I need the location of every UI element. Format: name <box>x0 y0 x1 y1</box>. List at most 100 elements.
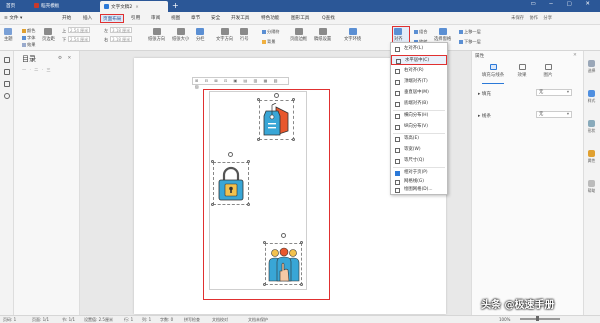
thumbnail-icon[interactable] <box>3 81 10 87</box>
same-size-item[interactable]: 等尺寸(Q) <box>391 156 447 166</box>
strip-select[interactable]: 选择 <box>586 60 597 74</box>
status-doc-check[interactable]: 文档校对 <box>212 316 228 323</box>
menu-features[interactable]: 特色功能 <box>261 14 279 23</box>
group-button[interactable]: 组合 <box>414 29 427 35</box>
margins-button[interactable]: 页边距 <box>42 28 55 42</box>
close-icon[interactable]: ✕ <box>573 53 577 58</box>
text-direction-button[interactable]: 文字方向 <box>216 28 233 42</box>
tab-docer[interactable]: 稻壳模板 <box>30 1 98 12</box>
zoom-slider-handle[interactable] <box>536 316 539 321</box>
columns-button[interactable]: 分栏 <box>196 28 205 42</box>
distribute-h-item[interactable]: 横向分布(H) <box>391 111 447 121</box>
resize-handle[interactable] <box>257 98 260 101</box>
same-height-item[interactable]: 等高(E) <box>391 134 447 144</box>
left-margin-input[interactable]: 3.18 厘米 <box>110 27 133 33</box>
menu-insert[interactable]: 插入 <box>83 14 92 23</box>
floating-layout-toolbar[interactable]: ⊞ ⊟ ⊠ ⊡ ▣ ▤ ▥ ▦ ▧ ▨ <box>192 77 289 89</box>
align-bottom-item[interactable]: 底端对齐(B) <box>391 99 447 109</box>
resize-handle[interactable] <box>263 241 266 244</box>
resize-handle[interactable] <box>300 241 303 244</box>
menu-file[interactable]: ≡ 文件 ▾ <box>4 14 22 23</box>
send-backward-button[interactable]: 下移一层 <box>459 39 481 45</box>
tab-fill-line[interactable]: 填充与线条 <box>479 64 507 78</box>
menu-developer[interactable]: 开发工具 <box>231 14 249 23</box>
theme-button[interactable]: 主题 <box>4 28 13 42</box>
bookmark-icon[interactable] <box>3 69 10 75</box>
window-controls[interactable]: ▭ ─ ▢ ✕ <box>530 1 596 7</box>
same-width-item[interactable]: 等宽(W) <box>391 145 447 155</box>
line-select[interactable]: 无 ▾ <box>536 111 572 118</box>
menu-search[interactable]: Q查找 <box>322 14 335 23</box>
draft-paper-button[interactable]: 稿纸设置 <box>314 28 331 42</box>
strip-help[interactable]: 帮助 <box>586 180 597 194</box>
orientation-button[interactable]: 纸张方向 <box>148 28 165 42</box>
size-button[interactable]: 纸张大小 <box>172 28 189 42</box>
align-center-item[interactable]: 水平居中(C) <box>391 55 447 65</box>
tab-effects[interactable]: 效果 <box>512 64 532 78</box>
close-tab-icon[interactable]: ✕ <box>135 4 138 9</box>
tab-document[interactable]: 文字文稿2 ✕ <box>100 1 168 12</box>
colors-button[interactable]: 颜色 <box>22 28 35 34</box>
select-pane-button[interactable]: 选择窗格 <box>434 28 451 42</box>
strip-properties[interactable]: 属性 <box>586 150 597 164</box>
drawing-grid-item[interactable]: 绘图网格(D)... <box>391 185 447 195</box>
menu-drawing-tools[interactable]: 图形工具 <box>291 14 309 23</box>
resize-handle[interactable] <box>263 283 266 286</box>
strip-shape[interactable]: 形状 <box>586 120 597 134</box>
breaks-button[interactable]: 分隔符 <box>262 29 280 35</box>
align-right-item[interactable]: 右对齐(R) <box>391 66 447 76</box>
menu-security[interactable]: 安全 <box>211 14 220 23</box>
unsaved-status[interactable]: 未保存 <box>511 16 524 21</box>
resize-handle[interactable] <box>211 203 214 206</box>
strip-style[interactable]: 样式 <box>586 90 597 104</box>
align-middle-item[interactable]: 垂直居中(M) <box>391 88 447 98</box>
toc-panel-controls[interactable]: ⚙ ✕ <box>58 56 73 61</box>
rotate-handle[interactable] <box>274 93 279 98</box>
resize-handle[interactable] <box>247 160 250 163</box>
status-spell-check[interactable]: 拼写检查 <box>184 316 200 323</box>
status-word-count[interactable]: 字数: 0 <box>160 316 173 323</box>
toc-levels[interactable]: 一 · 二 · 三 <box>22 67 52 73</box>
resize-handle[interactable] <box>300 283 303 286</box>
zoom-level[interactable]: 100% <box>499 316 510 323</box>
resize-handle[interactable] <box>292 138 295 141</box>
page-border-button[interactable]: 页面边框 <box>290 28 307 42</box>
resize-handle[interactable] <box>247 203 250 206</box>
tab-picture[interactable]: 图片 <box>538 64 558 78</box>
tab-home[interactable]: 首页 <box>2 1 28 12</box>
outline-icon[interactable] <box>3 57 10 63</box>
rotate-handle[interactable] <box>281 233 286 238</box>
menu-chapter[interactable]: 章节 <box>191 14 200 23</box>
menu-start[interactable]: 开始 <box>62 14 71 23</box>
new-tab-button[interactable]: + <box>172 1 179 11</box>
resize-handle[interactable] <box>211 160 214 163</box>
team-hand-icon[interactable] <box>268 247 300 283</box>
zoom-slider[interactable] <box>520 318 560 320</box>
menu-reference[interactable]: 引用 <box>131 14 140 23</box>
collab-button[interactable]: 协作 <box>529 16 538 21</box>
find-icon[interactable] <box>3 93 10 99</box>
line-numbers-button[interactable]: 行号 <box>240 28 249 42</box>
right-margin-input[interactable]: 3.18 厘米 <box>110 36 133 42</box>
price-tag-icon[interactable] <box>262 103 292 138</box>
distribute-v-item[interactable]: 纵向分布(V) <box>391 122 447 132</box>
status-protect[interactable]: 文档未保护 <box>248 316 268 323</box>
menu-review[interactable]: 审阅 <box>151 14 160 23</box>
rotate-handle[interactable] <box>228 152 233 157</box>
wrap-text-button[interactable]: 文字环绕 <box>344 28 361 42</box>
top-margin-input[interactable]: 2.54 厘米 <box>68 27 91 33</box>
resize-handle[interactable] <box>292 98 295 101</box>
effects-button[interactable]: 效果 <box>22 42 35 48</box>
fill-select[interactable]: 无 ▾ <box>536 89 572 96</box>
bottom-margin-input[interactable]: 2.54 厘米 <box>68 36 91 42</box>
bring-forward-button[interactable]: 上移一层 <box>459 29 481 35</box>
resize-handle[interactable] <box>257 138 260 141</box>
share-button[interactable]: 分享 <box>543 16 552 21</box>
align-top-item[interactable]: 顶端对齐(T) <box>391 77 447 87</box>
menu-page-layout[interactable]: 页面布局 <box>100 14 125 23</box>
background-button[interactable]: 背景 <box>262 39 275 45</box>
lock-icon[interactable] <box>217 166 245 202</box>
align-left-item[interactable]: 左对齐(L) <box>391 44 447 54</box>
menu-view[interactable]: 视图 <box>171 14 180 23</box>
fonts-button[interactable]: 字体 <box>22 35 35 41</box>
